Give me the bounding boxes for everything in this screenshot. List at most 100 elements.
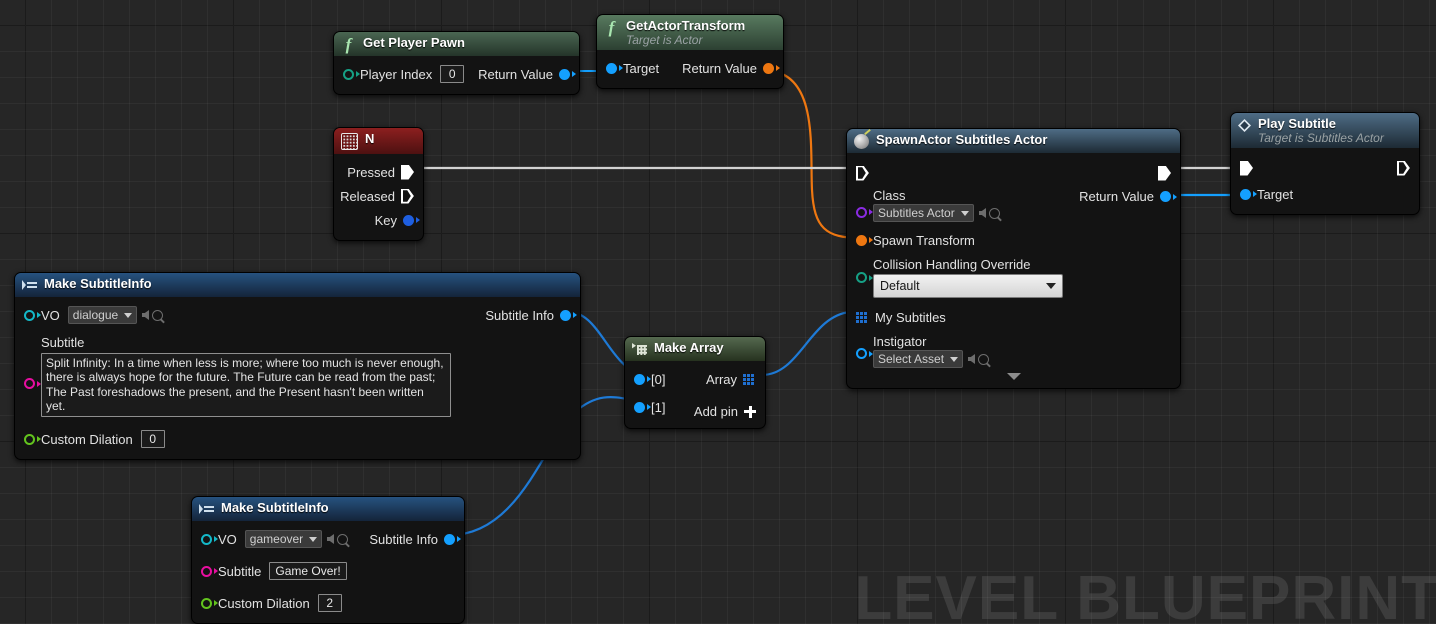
instigator-pin[interactable]	[856, 348, 867, 359]
return-value-pin[interactable]	[1160, 191, 1171, 202]
node-body: Class Subtitles Actor Return Value Spawn…	[847, 153, 1180, 388]
pin-row: Released	[334, 184, 423, 208]
pressed-exec-pin[interactable]	[401, 164, 414, 180]
node-input-event-n[interactable]: N Pressed Released Key	[333, 127, 424, 241]
instigator-asset-selector[interactable]: Select Asset	[873, 350, 964, 368]
node-make-array[interactable]: Make Array [0] Array [1] Add pin	[624, 336, 766, 429]
search-icon[interactable]	[978, 353, 990, 365]
expand-down-icon	[1006, 373, 1021, 380]
vo-asset-value: dialogue	[72, 308, 119, 322]
pin-row: Spawn Transform	[847, 228, 1180, 252]
exec-out-pin[interactable]	[1397, 161, 1410, 176]
chevron-down-icon	[309, 536, 318, 542]
spawn-actor-icon	[854, 134, 869, 149]
pin-row: [0] Array	[625, 367, 765, 391]
pin-row: VO gameover Subtitle Info	[192, 527, 464, 551]
vo-pin[interactable]	[24, 309, 35, 321]
custom-dilation-input[interactable]: 0	[140, 430, 165, 448]
add-pin-label[interactable]: Add pin	[694, 404, 738, 419]
node-header: Make SubtitleInfo	[192, 497, 464, 521]
node-make-subtitleinfo-gameover[interactable]: Make SubtitleInfo VO gameover Subtitle I…	[191, 496, 465, 624]
pin-label-element-1: [1]	[651, 399, 666, 415]
node-get-actor-transform[interactable]: GetActorTransform Target is Actor Target…	[596, 14, 784, 89]
search-icon[interactable]	[988, 207, 1000, 219]
subtitle-textarea[interactable]: Split Infinity: In a time when less is m…	[41, 353, 451, 417]
subtitle-input[interactable]: Game Over!	[269, 562, 347, 580]
released-exec-pin[interactable]	[401, 189, 414, 204]
node-header: SpawnActor Subtitles Actor	[847, 129, 1180, 153]
pin-row: Custom Dilation 2	[192, 591, 464, 615]
pin-label-collision-handling-override: Collision Handling Override	[873, 257, 1031, 272]
pin-label-my-subtitles: My Subtitles	[875, 309, 946, 325]
class-pin[interactable]	[856, 206, 867, 218]
array-output-pin[interactable]	[743, 373, 756, 385]
node-body: [0] Array [1] Add pin	[625, 361, 765, 428]
pin-label-custom-dilation: Custom Dilation	[41, 431, 133, 447]
key-pin[interactable]	[403, 214, 414, 226]
player-index-pin[interactable]	[343, 68, 354, 80]
array-element-0-pin[interactable]	[634, 373, 645, 385]
subtitle-pin[interactable]	[201, 565, 212, 577]
exec-in-pin[interactable]	[856, 166, 869, 181]
node-expander[interactable]	[847, 369, 1180, 380]
vo-asset-selector[interactable]: gameover	[244, 530, 323, 548]
custom-dilation-pin[interactable]	[201, 597, 212, 609]
browse-back-icon[interactable]	[327, 534, 335, 544]
add-pin-icon[interactable]	[744, 405, 756, 418]
node-title: SpawnActor Subtitles Actor	[876, 132, 1048, 147]
node-body: Pressed Released Key	[334, 154, 423, 240]
pin-label-element-0: [0]	[651, 371, 666, 387]
pin-label-pressed: Pressed	[347, 164, 395, 180]
subtitle-info-pin[interactable]	[560, 309, 571, 321]
return-value-pin[interactable]	[559, 68, 570, 80]
vo-asset-selector[interactable]: dialogue	[67, 306, 138, 324]
pin-row: Player Index 0 Return Value	[334, 62, 579, 86]
subtitle-info-pin[interactable]	[444, 533, 455, 545]
search-icon[interactable]	[152, 309, 164, 321]
target-pin[interactable]	[1240, 188, 1251, 200]
node-body: VO gameover Subtitle Info Subtitle Game …	[192, 521, 464, 623]
pin-label-subtitle: Subtitle	[218, 563, 262, 579]
node-get-player-pawn[interactable]: Get Player Pawn Player Index 0 Return Va…	[333, 31, 580, 95]
keyboard-icon	[341, 133, 358, 150]
custom-dilation-input[interactable]: 2	[317, 594, 342, 612]
browse-back-icon[interactable]	[978, 208, 986, 218]
collision-handling-dropdown[interactable]: Default	[873, 274, 1063, 298]
class-asset-selector[interactable]: Subtitles Actor	[873, 204, 974, 222]
pin-row: [1] Add pin	[625, 394, 765, 420]
exec-out-pin[interactable]	[1158, 165, 1171, 181]
browse-back-icon[interactable]	[142, 310, 150, 320]
spawn-transform-pin[interactable]	[856, 234, 867, 246]
blueprint-graph-canvas[interactable]: LEVEL BLUEPRINT Get Player Pawn	[0, 0, 1436, 624]
node-make-subtitleinfo-dialogue[interactable]: Make SubtitleInfo VO dialogue Subtitle I…	[14, 272, 581, 460]
array-element-1-pin[interactable]	[634, 401, 645, 413]
pin-row: Collision Handling Override Default	[847, 256, 1180, 299]
collision-handling-value: Default	[880, 279, 920, 293]
make-struct-icon	[22, 278, 37, 293]
return-value-pin[interactable]	[763, 62, 774, 74]
chevron-down-icon	[960, 210, 969, 216]
search-icon[interactable]	[337, 533, 349, 545]
pin-label-spawn-transform: Spawn Transform	[873, 232, 975, 248]
vo-pin[interactable]	[201, 533, 212, 545]
target-pin[interactable]	[606, 62, 617, 74]
node-subtitle: Target is Subtitles Actor	[1258, 131, 1384, 145]
my-subtitles-array-pin[interactable]	[856, 311, 869, 323]
pin-label-instigator: Instigator	[873, 334, 927, 349]
pin-label-vo: VO	[218, 531, 237, 547]
pin-row: Pressed	[334, 160, 423, 184]
node-play-subtitle[interactable]: Play Subtitle Target is Subtitles Actor …	[1230, 112, 1420, 215]
collision-handling-pin[interactable]	[856, 272, 867, 283]
node-spawn-actor-subtitles-actor[interactable]: SpawnActor Subtitles Actor Class Subtitl…	[846, 128, 1181, 389]
subtitle-pin[interactable]	[24, 378, 35, 389]
vo-asset-value: gameover	[249, 532, 304, 546]
player-index-input[interactable]: 0	[440, 65, 465, 83]
pin-label-subtitle: Subtitle	[41, 335, 85, 350]
pin-row: My Subtitles	[847, 305, 1180, 329]
browse-back-icon[interactable]	[968, 354, 976, 364]
pin-label-target: Target	[1257, 186, 1294, 202]
custom-dilation-pin[interactable]	[24, 433, 35, 445]
pin-row: Custom Dilation 0	[15, 427, 580, 451]
exec-in-pin[interactable]	[1240, 160, 1253, 176]
make-struct-icon	[199, 502, 214, 517]
